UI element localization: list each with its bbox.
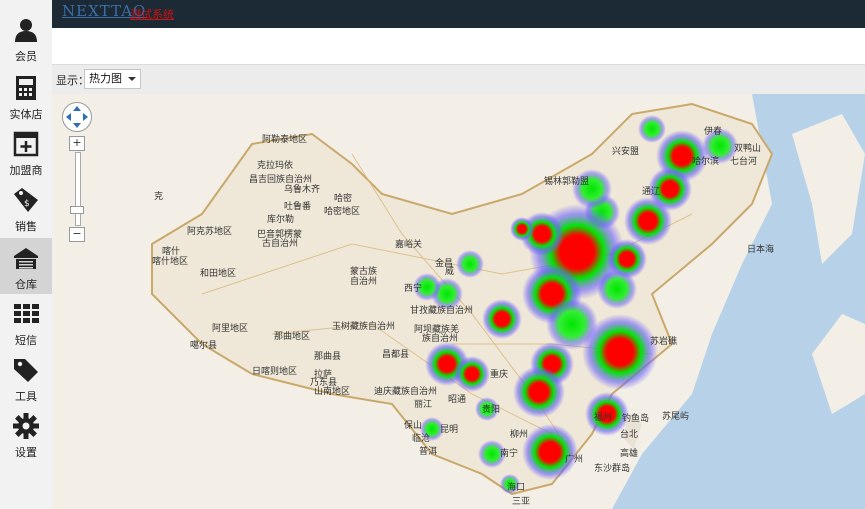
map-label: 甘孜藏族自治州 — [410, 304, 473, 316]
view-select-value: 热力图 — [89, 72, 122, 85]
nav-label: 实体店 — [9, 108, 43, 121]
nav-member[interactable]: 会员 — [0, 10, 52, 66]
map-label: 昭通 — [448, 394, 466, 405]
map-label: 乌鲁木齐 — [284, 183, 320, 195]
map-label: 伊春 — [704, 125, 722, 137]
map-label: 和田地区 — [200, 267, 236, 279]
map-label: 那曲县 — [314, 351, 341, 362]
chevron-down-icon — [128, 77, 136, 81]
zoom-slider-track[interactable] — [75, 152, 81, 226]
map-label: 蒙古族 — [350, 265, 377, 277]
header-spacer — [52, 28, 865, 64]
map-label: 昆明 — [440, 424, 458, 435]
map-label: 东沙群岛 — [594, 462, 630, 474]
warehouse-icon — [14, 248, 38, 269]
nav-label: 仓库 — [15, 278, 37, 291]
map-label: 柳州 — [510, 428, 528, 440]
map-label: 钓鱼岛 — [622, 412, 649, 424]
map-label: 哈密 — [334, 192, 352, 204]
map-label: 哈密地区 — [324, 205, 360, 217]
nav-franchise[interactable]: 加盟商 — [0, 124, 52, 180]
nav-label: 短信 — [15, 334, 37, 347]
nav-settings[interactable]: 设置 — [0, 406, 52, 462]
map-canvas: 阿勒泰地区 克拉玛依 昌吉回族自治州 乌鲁木齐 哈密 吐鲁番 哈密地区 库尔勒 … — [151, 94, 865, 509]
map-label: 临沧 — [412, 432, 430, 444]
system-link[interactable]: 测试系统 — [130, 6, 174, 22]
map-label: 高雄 — [620, 447, 638, 459]
map-label: 那曲地区 — [274, 330, 310, 342]
nav-label: 加盟商 — [9, 164, 43, 177]
map-label: 南宁 — [500, 447, 518, 459]
nav-store[interactable]: 实体店 — [0, 68, 52, 124]
map-label: 阿克苏地区 — [187, 225, 232, 237]
map-label: 威 — [445, 265, 454, 277]
map-label: 福州 — [594, 411, 612, 423]
map-label: 双鸭山 — [734, 142, 761, 154]
map-label: 苏岩礁 — [650, 335, 677, 347]
map-label: 哈尔滨 — [692, 155, 719, 167]
map-label: 广州 — [565, 453, 583, 465]
map-label: 台北 — [620, 428, 638, 440]
money-tag-icon: $ — [14, 188, 38, 212]
map-label: 贵阳 — [482, 403, 500, 415]
svg-text:$: $ — [24, 199, 30, 209]
map-label: 普洱 — [419, 445, 437, 457]
map-label: 玉树藏族自治州 — [332, 320, 395, 332]
map-label: 三亚 — [512, 496, 530, 507]
toolbar: 显示： 热力图 — [52, 64, 865, 95]
nav-label: 设置 — [15, 446, 37, 459]
map-label: 丽江 — [414, 399, 432, 410]
map-label: 古自治州 — [262, 237, 298, 249]
map-label: 昌都县 — [382, 349, 409, 360]
nav-label: 会员 — [15, 50, 37, 63]
nav-label: 销售 — [15, 220, 37, 233]
map-label: 克拉玛依 — [257, 159, 293, 171]
map-label: 日本海 — [747, 243, 774, 255]
map-label: 族自治州 — [422, 332, 458, 344]
tag-icon — [14, 359, 38, 382]
nav-sales[interactable]: $ 销售 — [0, 180, 52, 236]
user-icon — [15, 19, 37, 42]
pan-control[interactable] — [62, 102, 92, 132]
map-label: 西宁 — [404, 282, 422, 294]
map-label: 重庆 — [490, 368, 508, 380]
map-label: 喀什地区 — [152, 255, 188, 267]
map-label: 乃东县 — [310, 376, 337, 388]
map-label: 嘉峪关 — [395, 238, 422, 250]
map-label: 阿里地区 — [212, 322, 248, 334]
map-label: 保山 — [404, 419, 422, 431]
map-label: 苏尾屿 — [662, 410, 689, 422]
heatmap-map[interactable]: 阿勒泰地区 克拉玛依 昌吉回族自治州 乌鲁木齐 哈密 吐鲁番 哈密地区 库尔勒 … — [52, 94, 865, 509]
plus-box-icon — [13, 131, 39, 157]
map-label: 锡林郭勒盟 — [544, 175, 589, 187]
map-label: 阿勒泰地区 — [262, 133, 307, 145]
view-select[interactable]: 热力图 — [84, 69, 141, 89]
map-label: 自治州 — [350, 275, 377, 287]
map-label: 噶尔县 — [190, 339, 217, 351]
nav-warehouse[interactable]: 仓库 — [0, 238, 52, 294]
map-label: 七台河 — [730, 155, 757, 167]
map-label: 克 — [154, 191, 163, 202]
map-label: 吐鲁番 — [284, 200, 311, 212]
nav-label: 工具 — [15, 390, 37, 403]
map-label: 迪庆藏族自治州 — [374, 385, 437, 397]
nav-sms[interactable]: 短信 — [0, 294, 52, 350]
map-label: 海口 — [507, 481, 525, 493]
nav-tools[interactable]: 工具 — [0, 350, 52, 406]
map-label: 库尔勒 — [267, 213, 294, 225]
zoom-slider-thumb[interactable] — [70, 206, 84, 214]
zoom-out-button[interactable]: − — [69, 227, 85, 242]
top-bar: NEXTTAO 测试系统 — [52, 0, 865, 28]
map-label: 通辽 — [642, 186, 660, 197]
map-label: 日喀则地区 — [252, 365, 297, 377]
map-label: 昌吉回族自治州 — [249, 173, 312, 185]
map-label: 喀什 — [162, 245, 180, 257]
pan-arrows-icon — [66, 106, 88, 128]
gear-icon — [13, 413, 39, 439]
phone-icon — [16, 76, 36, 100]
map-label: 兴安盟 — [612, 145, 639, 157]
grid-icon — [14, 304, 39, 323]
sidebar: 会员 实体店 加盟商 $ 销售 仓库 短信 工具 设置 — [0, 0, 53, 509]
zoom-in-button[interactable]: + — [69, 136, 85, 151]
